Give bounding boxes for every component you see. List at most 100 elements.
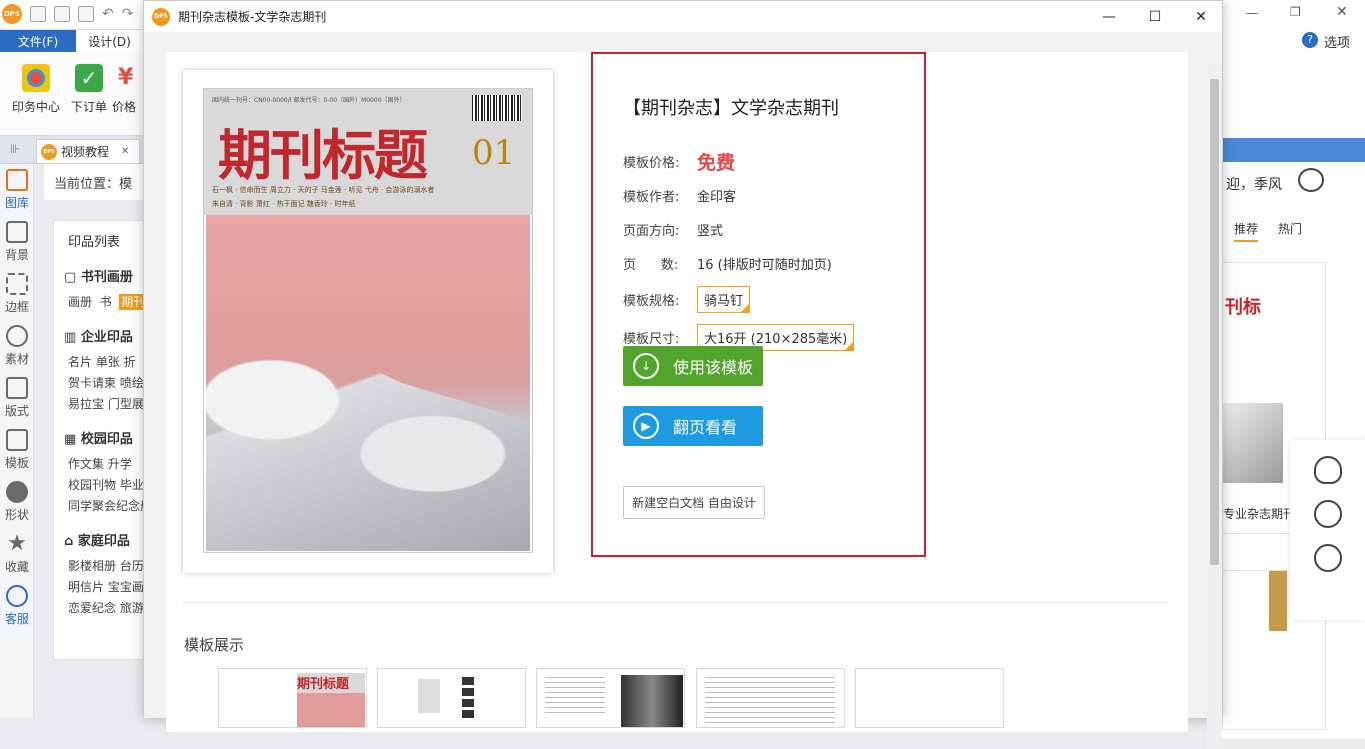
tab-video-tutorial[interactable]: DPS 视频教程 ✕ bbox=[36, 139, 140, 163]
menu-file[interactable]: 文件(F) bbox=[0, 30, 76, 52]
menu-bar: 文件(F) 设计(D) bbox=[0, 30, 143, 52]
sidenav-shape[interactable]: 形状 bbox=[0, 476, 34, 528]
spec-option[interactable]: 骑马钉 bbox=[697, 285, 751, 313]
showcase-thumbnail[interactable] bbox=[696, 668, 845, 728]
group-name: 书刊画册 bbox=[80, 270, 133, 285]
library-row[interactable]: 影楼相册 台历 bbox=[54, 553, 143, 574]
sidenav-label: 版式 bbox=[4, 404, 29, 418]
cover-issue-number: 01 bbox=[472, 133, 516, 173]
side-navigation: 图库 背景 边框 素材 版式 模板 形状 ★ 收藏 客服 bbox=[0, 164, 34, 717]
library-group-family: ⌂ 家庭印品 bbox=[64, 534, 130, 549]
qq-icon[interactable] bbox=[1313, 456, 1342, 484]
sidenav-template[interactable]: 模板 bbox=[0, 424, 34, 476]
save-icon[interactable] bbox=[78, 6, 94, 22]
panel-toggle-icon[interactable]: ⊪ bbox=[10, 142, 20, 156]
undo-icon[interactable]: ↶ bbox=[102, 6, 114, 22]
sidenav-material[interactable]: 素材 bbox=[0, 320, 34, 372]
orientation-label: 页面方向: bbox=[623, 223, 680, 239]
template-info: 【期刊杂志】文学杂志期刊 模板价格: 免费 模板作者: 金印客 页面方向: 竖式 页 … bbox=[623, 94, 943, 356]
new-file-icon[interactable] bbox=[30, 6, 46, 22]
sidenav-border[interactable]: 边框 bbox=[0, 268, 34, 320]
price-label: 价格 bbox=[112, 100, 137, 114]
cover-photo bbox=[206, 215, 530, 551]
library-row[interactable]: 名片 单张 折 bbox=[54, 349, 143, 370]
flip-preview-button[interactable]: ▶ 翻页看看 bbox=[623, 406, 763, 446]
template-icon bbox=[6, 429, 28, 451]
showcase-title: 模板展示 bbox=[184, 636, 245, 654]
print-center-button[interactable]: 印务中心 bbox=[10, 64, 62, 115]
library-row[interactable]: 恋爱纪念 旅游 bbox=[54, 595, 143, 616]
restore-icon[interactable]: ❐ bbox=[1290, 5, 1301, 19]
library-row[interactable]: 同学聚会纪念册 bbox=[54, 493, 143, 514]
tab-close-icon[interactable]: ✕ bbox=[121, 146, 129, 157]
card-illustration bbox=[1223, 403, 1283, 483]
sidenav-layout[interactable]: 版式 bbox=[0, 372, 34, 424]
minimize-icon[interactable]: — bbox=[1246, 6, 1258, 20]
author-value: 金印客 bbox=[697, 189, 737, 205]
pages-label: 页 数: bbox=[623, 257, 679, 273]
print-center-label: 印务中心 bbox=[11, 100, 60, 114]
library-highlight[interactable]: 期刊 bbox=[119, 294, 143, 310]
cover-preview: 国内统一刊号：CN00-0000/I 邮发代号：0-00（国外）M0000（国外… bbox=[183, 70, 553, 573]
dialog-titlebar: DPS 期刊杂志模板-文学杂志期刊 — ☐ ✕ bbox=[144, 1, 1222, 32]
library-row[interactable]: 明信片 宝宝画 bbox=[54, 574, 143, 595]
template-detail-dialog: DPS 期刊杂志模板-文学杂志期刊 — ☐ ✕ 国内统一刊号：CN00-0000… bbox=[143, 0, 1223, 749]
card-cover-image bbox=[1269, 571, 1287, 631]
quick-access-toolbar: DPS ↶ ↷ bbox=[2, 4, 133, 24]
library-row[interactable]: 作文集 升学 bbox=[54, 451, 143, 472]
dialog-close-button[interactable]: ✕ bbox=[1178, 1, 1224, 32]
chat-bubble-icon[interactable] bbox=[1298, 168, 1324, 192]
wechat-icon[interactable] bbox=[1313, 500, 1342, 528]
orientation-row: 页面方向: 竖式 bbox=[623, 212, 943, 246]
orientation-value: 竖式 bbox=[697, 223, 724, 239]
order-check-icon: ✓ bbox=[75, 64, 103, 92]
group-name: 家庭印品 bbox=[77, 534, 130, 549]
help-icon[interactable]: ? bbox=[1302, 32, 1318, 48]
tab-hot[interactable]: 热门 bbox=[1278, 220, 1302, 237]
barcode-icon bbox=[472, 95, 522, 121]
close-icon[interactable]: ✕ bbox=[1336, 4, 1348, 20]
thumb-vertical-title bbox=[462, 677, 474, 721]
sidenav-gallery[interactable]: 图库 bbox=[0, 164, 34, 216]
library-row[interactable]: 校园刊物 毕业 bbox=[54, 472, 143, 493]
dialog-scrollbar[interactable] bbox=[1207, 63, 1222, 749]
card-cover-image: 刊标 bbox=[1225, 297, 1261, 318]
tab-recommend[interactable]: 推荐 bbox=[1234, 220, 1259, 242]
dialog-minimize-button[interactable]: — bbox=[1086, 1, 1132, 32]
author-row: 模板作者: 金印客 bbox=[623, 178, 943, 212]
order-label: 下订单 bbox=[70, 100, 107, 114]
library-group-campus: ▦ 校园印品 bbox=[64, 432, 133, 447]
border-icon bbox=[6, 273, 28, 295]
new-blank-document-button[interactable]: 新建空白文档 自由设计 bbox=[623, 486, 765, 519]
author-label: 模板作者: bbox=[623, 189, 680, 205]
sidenav-label: 素材 bbox=[4, 352, 29, 366]
order-button[interactable]: ✓ 下订单 bbox=[63, 64, 115, 115]
gallery-icon bbox=[6, 169, 28, 191]
sidenav-label: 收藏 bbox=[4, 560, 29, 574]
flower-icon bbox=[6, 325, 28, 347]
options-label[interactable]: 选项 bbox=[1324, 32, 1350, 51]
library-row[interactable]: 易拉宝 门型展 bbox=[54, 391, 143, 412]
dialog-maximize-button[interactable]: ☐ bbox=[1132, 1, 1178, 32]
showcase-thumbnail[interactable] bbox=[536, 668, 685, 728]
cover-contents-line: 朱自清 · 背影 萧红 · 热干面记 魏香玲 · 时年纸 bbox=[212, 200, 356, 208]
showcase-thumbnail[interactable]: 期刊标题 bbox=[218, 668, 367, 728]
card-caption: 专业杂志期刊 bbox=[1223, 507, 1296, 521]
showcase-thumbnail[interactable] bbox=[855, 668, 1004, 728]
use-template-label: 使用该模板 bbox=[673, 358, 754, 377]
library-row[interactable]: 贺卡请柬 喷绘 bbox=[54, 370, 143, 391]
redo-icon[interactable]: ↷ bbox=[122, 6, 134, 22]
showcase-thumbnail[interactable] bbox=[377, 668, 526, 728]
menu-design[interactable]: 设计(D) bbox=[76, 30, 143, 52]
headset-icon[interactable] bbox=[1313, 544, 1342, 572]
library-row[interactable]: 画册 书 期刊 bbox=[54, 289, 143, 310]
section-divider bbox=[183, 602, 1168, 603]
sidenav-background[interactable]: 背景 bbox=[0, 216, 34, 268]
sidenav-service[interactable]: 客服 bbox=[0, 580, 34, 632]
use-template-button[interactable]: ↓ 使用该模板 bbox=[623, 346, 763, 386]
sidenav-label: 形状 bbox=[4, 508, 29, 522]
open-folder-icon[interactable] bbox=[54, 6, 70, 22]
pages-value: 16 (排版时可随时加页) bbox=[697, 257, 832, 273]
dialog-scrollbar-thumb[interactable] bbox=[1210, 79, 1219, 565]
sidenav-favorites[interactable]: ★ 收藏 bbox=[0, 528, 34, 580]
